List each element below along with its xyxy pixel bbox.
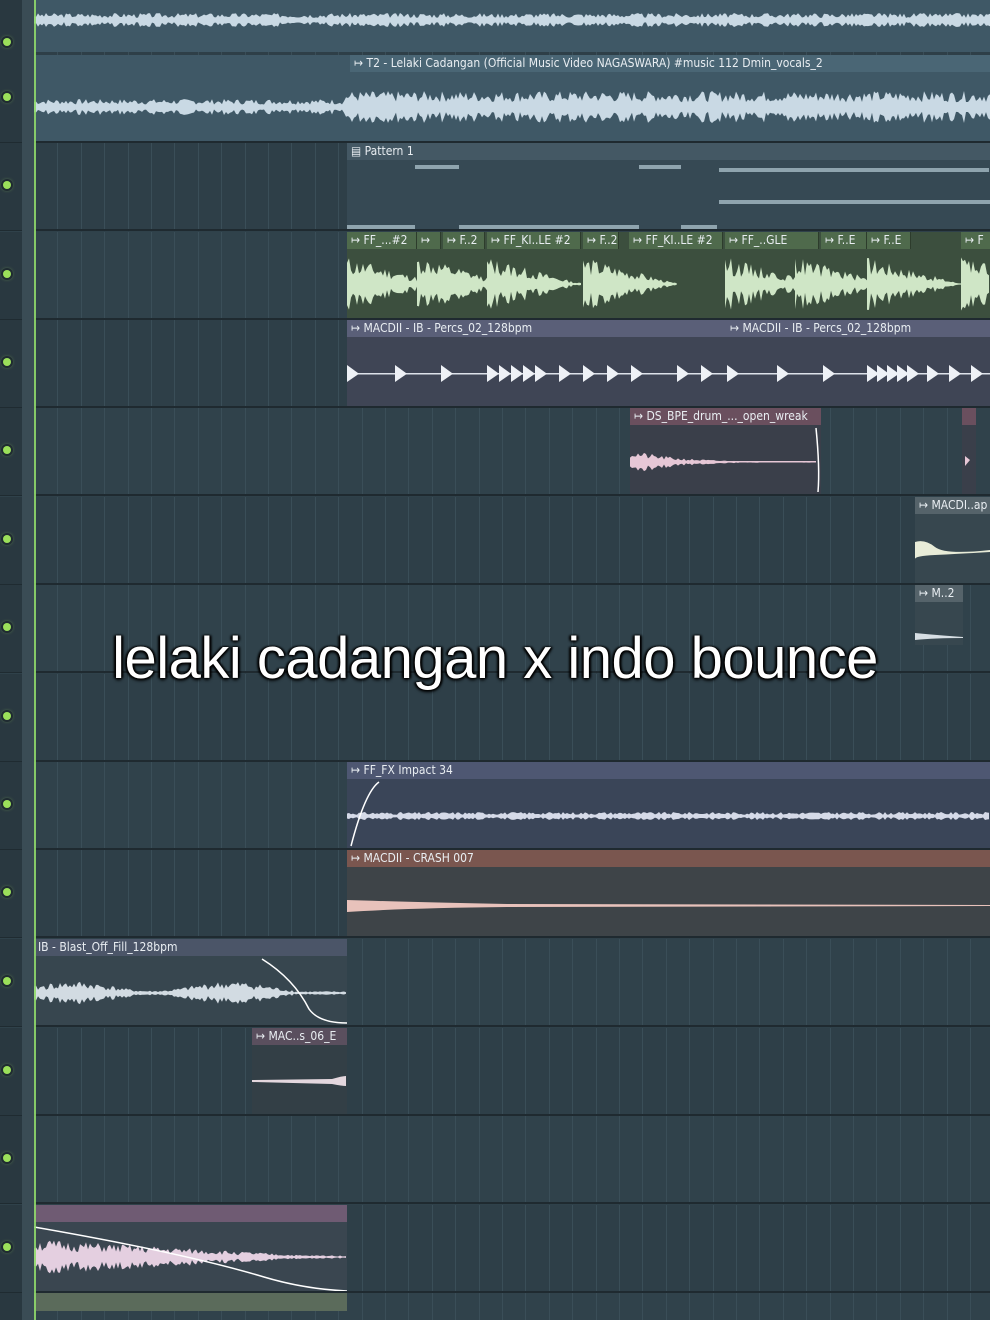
clip-kicks[interactable]: ↦ FF_...#2 ↦ ↦ F..2 ↦ FF_KI..LE #2 ↦ F..2 ↦ … <box>347 232 990 318</box>
clip-title-percs-2: ↦ MACDII - IB - Percs_02_128bpm <box>726 320 990 337</box>
clip-arrow-icon: ↦ <box>871 233 884 247</box>
clip-arrow-icon: ↦ <box>351 233 364 247</box>
clip-arrow-icon: ↦ <box>633 233 646 247</box>
track-header[interactable] <box>0 1116 22 1204</box>
track-header[interactable] <box>0 939 22 1027</box>
waveform-vocals <box>34 91 990 123</box>
track-header[interactable] <box>0 1205 22 1293</box>
track-header[interactable] <box>0 55 22 143</box>
track-header[interactable] <box>0 1293 22 1320</box>
clip-arrow-icon: ↦ <box>730 321 743 335</box>
track-mute-led-icon[interactable] <box>3 712 11 720</box>
waveform-drum <box>630 427 820 493</box>
track-mute-led-icon[interactable] <box>3 358 11 366</box>
track-mute-led-icon[interactable] <box>3 800 11 808</box>
track-mute-led-icon[interactable] <box>3 888 11 896</box>
clip-arrow-icon: ↦ <box>587 233 600 247</box>
clip-drum-open-wreak[interactable]: ↦ DS_BPE_drum_..._open_wreak <box>630 408 821 494</box>
kick-title-label: F <box>977 233 984 247</box>
clip-arrow-icon: ↦ <box>729 233 742 247</box>
clip-arrow-icon: ↦ <box>825 233 838 247</box>
track-mute-led-icon[interactable] <box>3 1066 11 1074</box>
track-header[interactable] <box>0 1028 22 1116</box>
clip-arrow-icon: ↦ <box>491 233 504 247</box>
waveform-crash <box>347 900 990 912</box>
playlist-window: ↦ T2 - Lelaki Cadangan (Official Music V… <box>0 0 990 1320</box>
track-mute-led-icon[interactable] <box>3 181 11 189</box>
track-header[interactable] <box>0 762 22 850</box>
clip-title-kick: ↦ F <box>961 232 990 249</box>
clip-title-kick: ↦ <box>417 232 441 249</box>
waveform-bottom <box>34 1226 347 1291</box>
track-header[interactable] <box>0 497 22 585</box>
waveform-percs <box>347 365 990 382</box>
track-mute-led-icon[interactable] <box>3 93 11 101</box>
clip-title-kick: ↦ F..E <box>867 232 911 249</box>
clip-blast-off-fill[interactable]: IB - Blast_Off_Fill_128bpm <box>34 939 347 1025</box>
track-header[interactable] <box>0 850 22 938</box>
track-mute-led-icon[interactable] <box>3 270 11 278</box>
clip-crash[interactable]: ↦ MACDII - CRASH 007 <box>347 850 990 936</box>
clip-title-kick: ↦ F..2 <box>443 232 485 249</box>
video-caption: lelaki cadangan x indo bounce <box>112 626 878 691</box>
waveform-vocals-top <box>34 13 990 27</box>
clip-drum-small[interactable] <box>962 408 976 494</box>
track-mute-led-icon[interactable] <box>3 977 11 985</box>
clip-title-kick: ↦ FF_KI..LE #2 <box>487 232 581 249</box>
kick-title-label: F..2 <box>459 233 478 247</box>
track-mute-led-icon[interactable] <box>3 535 11 543</box>
waveform-drum-small <box>965 456 970 466</box>
track-lane[interactable] <box>22 1116 990 1204</box>
kick-title-label: F..E <box>883 233 902 247</box>
track-mute-led-icon[interactable] <box>3 1243 11 1251</box>
track-mute-led-icon[interactable] <box>3 1154 11 1162</box>
clip-pattern-1[interactable]: ▤ Pattern 1 <box>347 143 990 229</box>
clip-vocals[interactable]: ↦ T2 - Lelaki Cadangan (Official Music V… <box>34 55 990 141</box>
clip-bottom-strip[interactable] <box>34 1293 347 1311</box>
clip-vocals-top[interactable] <box>34 0 990 52</box>
clip-mac-s06e[interactable]: ↦ MAC..s_06_E <box>252 1028 347 1114</box>
clip-arrow-icon: ↦ <box>965 233 978 247</box>
track-lane[interactable] <box>22 497 990 585</box>
track-header[interactable] <box>0 232 22 320</box>
clip-macdi-ap[interactable]: ↦ MACDI..ap <box>915 497 990 583</box>
track-mute-led-icon[interactable] <box>3 38 11 46</box>
kick-title-label: FF_KI..LE #2 <box>645 233 713 247</box>
kick-title-label: FF_..GLE <box>741 233 788 247</box>
waveform-fx <box>347 781 989 847</box>
track-lane[interactable] <box>22 408 990 496</box>
clip-title-kick: ↦ FF_...#2 <box>347 232 417 249</box>
clip-fx-impact[interactable]: ↦ FF_FX Impact 34 <box>347 762 990 848</box>
waveform-fill <box>34 958 347 1024</box>
clip-title-kick: ↦ F..E <box>821 232 867 249</box>
clip-title-kick: ↦ FF_KI..LE #2 <box>629 232 723 249</box>
track-header[interactable] <box>0 143 22 231</box>
waveform-macdi-ap <box>915 541 990 559</box>
kick-title-label: F..2 <box>599 233 618 247</box>
waveform-mac-s06e <box>252 1076 346 1086</box>
clip-title-kick: ↦ FF_..GLE <box>725 232 819 249</box>
clip-title-kick: ↦ F..2 <box>583 232 619 249</box>
kick-title-label: FF_KI..LE #2 <box>503 233 571 247</box>
track-header[interactable] <box>0 408 22 496</box>
clip-arrow-icon: ↦ <box>421 233 431 247</box>
pattern-notes <box>347 165 990 229</box>
kick-title-label: FF_...#2 <box>363 233 408 247</box>
track-mute-led-icon[interactable] <box>3 446 11 454</box>
track-header[interactable] <box>0 320 22 408</box>
clip-arrow-icon: ↦ <box>447 233 460 247</box>
clip-bottom-fill[interactable] <box>34 1205 347 1291</box>
track-lane[interactable] <box>22 1028 990 1116</box>
kick-title-label: F..E <box>837 233 856 247</box>
clip-title-percs-1: ↦ MACDII - IB - Percs_02_128bpm <box>347 320 726 337</box>
clip-arrow-icon: ↦ <box>351 321 364 335</box>
